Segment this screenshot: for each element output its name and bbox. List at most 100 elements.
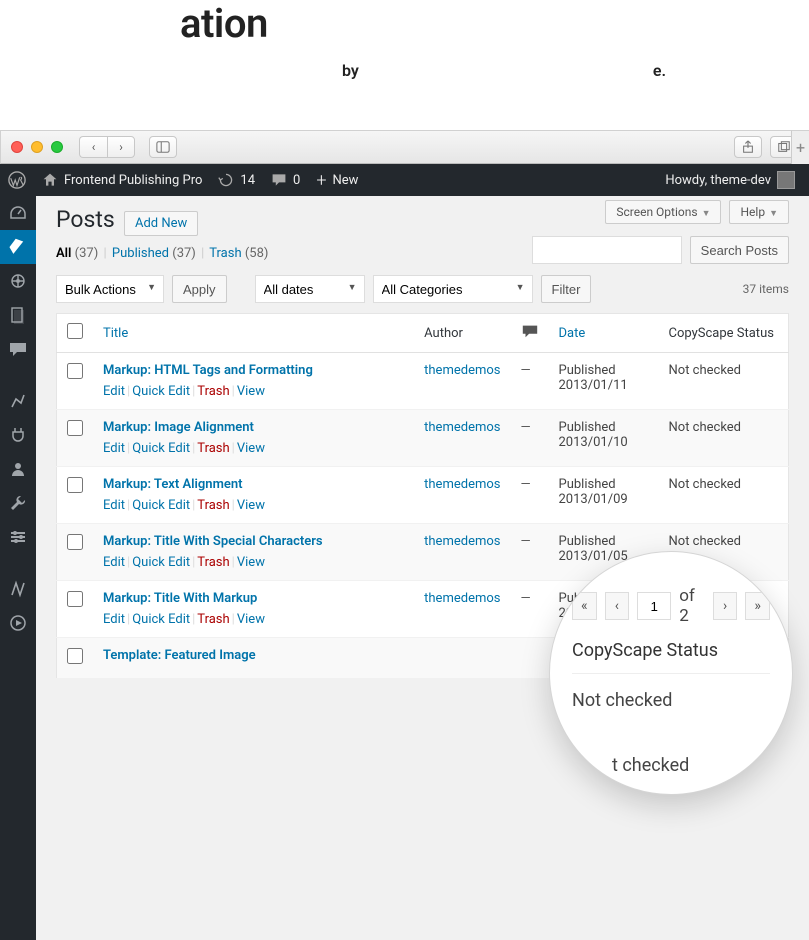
menu-comments[interactable] (0, 332, 36, 366)
bulk-actions-select[interactable]: Bulk Actions (56, 275, 164, 303)
author-link[interactable]: themedemos (424, 591, 500, 606)
menu-posts[interactable] (0, 230, 36, 264)
post-title-link[interactable]: Markup: Title With Markup (103, 591, 257, 606)
pager-last-button[interactable]: » (745, 592, 770, 620)
adminbar-site-name: Frontend Publishing Pro (64, 173, 202, 188)
action-quick-edit[interactable]: Quick Edit (132, 555, 190, 570)
share-icon[interactable] (734, 136, 762, 158)
post-title-link[interactable]: Markup: Image Alignment (103, 420, 254, 435)
filter-all-count: (37) (75, 246, 99, 261)
author-link[interactable]: themedemos (424, 363, 500, 378)
minimize-window-icon[interactable] (31, 141, 43, 153)
post-title-link[interactable]: Template: Featured Image (103, 648, 256, 663)
pager-prev-button[interactable]: ‹ (605, 592, 630, 620)
site-name-link[interactable]: Frontend Publishing Pro (34, 164, 210, 196)
filter-all[interactable]: All (56, 246, 71, 261)
add-new-button[interactable]: Add New (124, 211, 198, 236)
col-title[interactable]: Title (103, 326, 128, 341)
date-filter-select[interactable]: All dates (255, 275, 365, 303)
col-comments-icon[interactable] (511, 314, 549, 353)
new-tab-button[interactable]: + (791, 130, 809, 164)
copyscape-cell: Not checked (659, 410, 789, 467)
action-quick-edit[interactable]: Quick Edit (132, 612, 190, 627)
action-trash[interactable]: Trash (197, 555, 229, 570)
row-checkbox[interactable] (67, 363, 83, 379)
author-link[interactable]: themedemos (424, 477, 500, 492)
row-actions: Edit|Quick Edit|Trash|View (103, 441, 404, 456)
filter-button[interactable]: Filter (541, 275, 592, 303)
action-trash[interactable]: Trash (197, 441, 229, 456)
row-checkbox[interactable] (67, 420, 83, 436)
action-trash[interactable]: Trash (197, 384, 229, 399)
row-checkbox[interactable] (67, 477, 83, 493)
action-view[interactable]: View (237, 384, 265, 399)
action-edit[interactable]: Edit (103, 612, 125, 627)
action-view[interactable]: View (237, 498, 265, 513)
col-date[interactable]: Date (559, 326, 586, 341)
action-view[interactable]: View (237, 555, 265, 570)
row-checkbox[interactable] (67, 591, 83, 607)
updates-link[interactable]: 14 (210, 164, 263, 196)
new-content-link[interactable]: + New (308, 164, 366, 196)
table-row: Markup: Image Alignment Edit|Quick Edit|T… (57, 410, 789, 467)
greeting-text: Howdy, theme-dev (665, 173, 771, 188)
user-greeting[interactable]: Howdy, theme-dev (657, 164, 803, 196)
menu-appearance[interactable] (0, 384, 36, 418)
action-edit[interactable]: Edit (103, 555, 125, 570)
screen-options-button[interactable]: Screen Options▼ (605, 200, 721, 224)
row-checkbox[interactable] (67, 534, 83, 550)
author-link[interactable]: themedemos (424, 420, 500, 435)
nav-forward-button[interactable]: › (107, 136, 135, 158)
sidebar-toggle-icon[interactable] (149, 136, 177, 158)
pager-first-button[interactable]: « (572, 592, 597, 620)
filter-trash[interactable]: Trash (209, 246, 241, 261)
admin-menu (0, 196, 36, 940)
menu-plugins[interactable] (0, 418, 36, 452)
updates-count: 14 (240, 173, 255, 188)
search-input[interactable] (532, 236, 682, 264)
category-filter-select[interactable]: All Categories (373, 275, 533, 303)
help-button[interactable]: Help▼ (729, 200, 789, 224)
screen-options-label: Screen Options (616, 205, 697, 219)
action-trash[interactable]: Trash (197, 612, 229, 627)
nav-back-button[interactable]: ‹ (79, 136, 107, 158)
pager-next-button[interactable]: › (713, 592, 738, 620)
menu-custom-1[interactable] (0, 572, 36, 606)
post-title-link[interactable]: Markup: Text Alignment (103, 477, 243, 492)
action-quick-edit[interactable]: Quick Edit (132, 441, 190, 456)
row-actions: Edit|Quick Edit|Trash|View (103, 498, 404, 513)
action-quick-edit[interactable]: Quick Edit (132, 384, 190, 399)
select-all-checkbox[interactable] (67, 323, 83, 339)
action-edit[interactable]: Edit (103, 498, 125, 513)
wp-adminbar: Frontend Publishing Pro 14 0 + New Howdy… (0, 164, 809, 196)
menu-custom-2[interactable] (0, 606, 36, 640)
post-title-link[interactable]: Markup: HTML Tags and Formatting (103, 363, 313, 378)
comments-cell: — (511, 353, 549, 410)
filter-published[interactable]: Published (112, 246, 169, 261)
comments-link[interactable]: 0 (263, 164, 308, 196)
menu-users[interactable] (0, 452, 36, 486)
action-quick-edit[interactable]: Quick Edit (132, 498, 190, 513)
menu-tools[interactable] (0, 486, 36, 520)
action-trash[interactable]: Trash (197, 498, 229, 513)
search-posts-button[interactable]: Search Posts (690, 236, 789, 264)
action-view[interactable]: View (237, 441, 265, 456)
action-view[interactable]: View (237, 612, 265, 627)
action-edit[interactable]: Edit (103, 441, 125, 456)
pager-current-page[interactable] (637, 592, 671, 620)
wp-logo-icon[interactable] (0, 164, 34, 196)
menu-pages[interactable] (0, 298, 36, 332)
row-checkbox[interactable] (67, 648, 83, 664)
menu-settings[interactable] (0, 520, 36, 554)
comments-cell (511, 638, 549, 679)
close-window-icon[interactable] (11, 141, 23, 153)
apply-button[interactable]: Apply (172, 275, 227, 303)
menu-media[interactable] (0, 264, 36, 298)
menu-dashboard[interactable] (0, 196, 36, 230)
maximize-window-icon[interactable] (51, 141, 63, 153)
avatar (777, 171, 795, 189)
author-link[interactable]: themedemos (424, 534, 500, 549)
action-edit[interactable]: Edit (103, 384, 125, 399)
comments-cell: — (511, 524, 549, 581)
post-title-link[interactable]: Markup: Title With Special Characters (103, 534, 323, 549)
